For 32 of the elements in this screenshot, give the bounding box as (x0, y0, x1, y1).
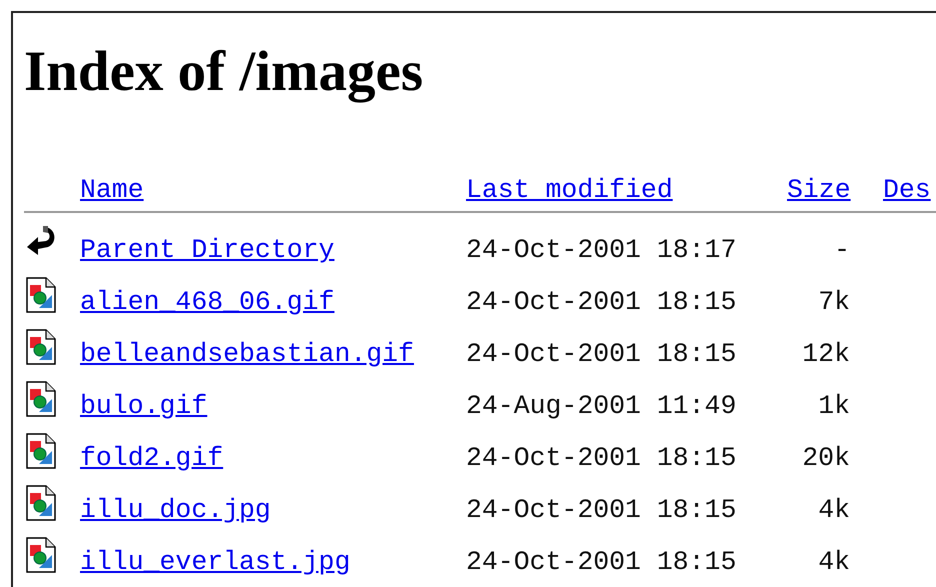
column-header-link[interactable]: Name (80, 175, 144, 205)
file-size: 4k (818, 495, 850, 525)
modified-date: 24-Oct-2001 18:17 (466, 235, 738, 265)
column-header-link[interactable]: Size (787, 175, 851, 205)
file-link[interactable]: Parent Directory (80, 235, 334, 265)
file-size: 12k (802, 339, 850, 369)
file-size: 4k (818, 547, 850, 577)
file-link[interactable]: illu_doc.jpg (80, 495, 271, 525)
modified-date: 24-Oct-2001 18:15 (466, 339, 738, 369)
image-file-icon (26, 537, 56, 573)
image-file-icon (26, 329, 56, 365)
file-size: 7k (818, 287, 850, 317)
image-file-icon (26, 277, 56, 313)
file-link[interactable]: alien_468_06.gif (80, 287, 334, 317)
file-size: 20k (802, 443, 850, 473)
column-header-link[interactable]: Last modified (466, 175, 673, 205)
image-file-icon (26, 485, 56, 521)
file-size: - (834, 235, 850, 265)
file-link[interactable]: belleandsebastian.gif (80, 339, 414, 369)
image-file-icon (26, 381, 56, 417)
modified-date: 24-Oct-2001 18:15 (466, 287, 738, 317)
file-link[interactable]: fold2.gif (80, 443, 224, 473)
modified-date: 24-Aug-2001 11:49 (466, 391, 738, 421)
file-size: 1k (818, 391, 850, 421)
modified-date: 24-Oct-2001 18:15 (466, 495, 738, 525)
modified-date: 24-Oct-2001 18:15 (466, 443, 738, 473)
image-file-icon (26, 433, 56, 469)
page-title: Index of /images (24, 39, 423, 105)
file-link[interactable]: illu_everlast.jpg (80, 547, 350, 577)
column-header-link[interactable]: Des (883, 175, 931, 205)
file-link[interactable]: bulo.gif (80, 391, 208, 421)
modified-date: 24-Oct-2001 18:15 (466, 547, 738, 577)
